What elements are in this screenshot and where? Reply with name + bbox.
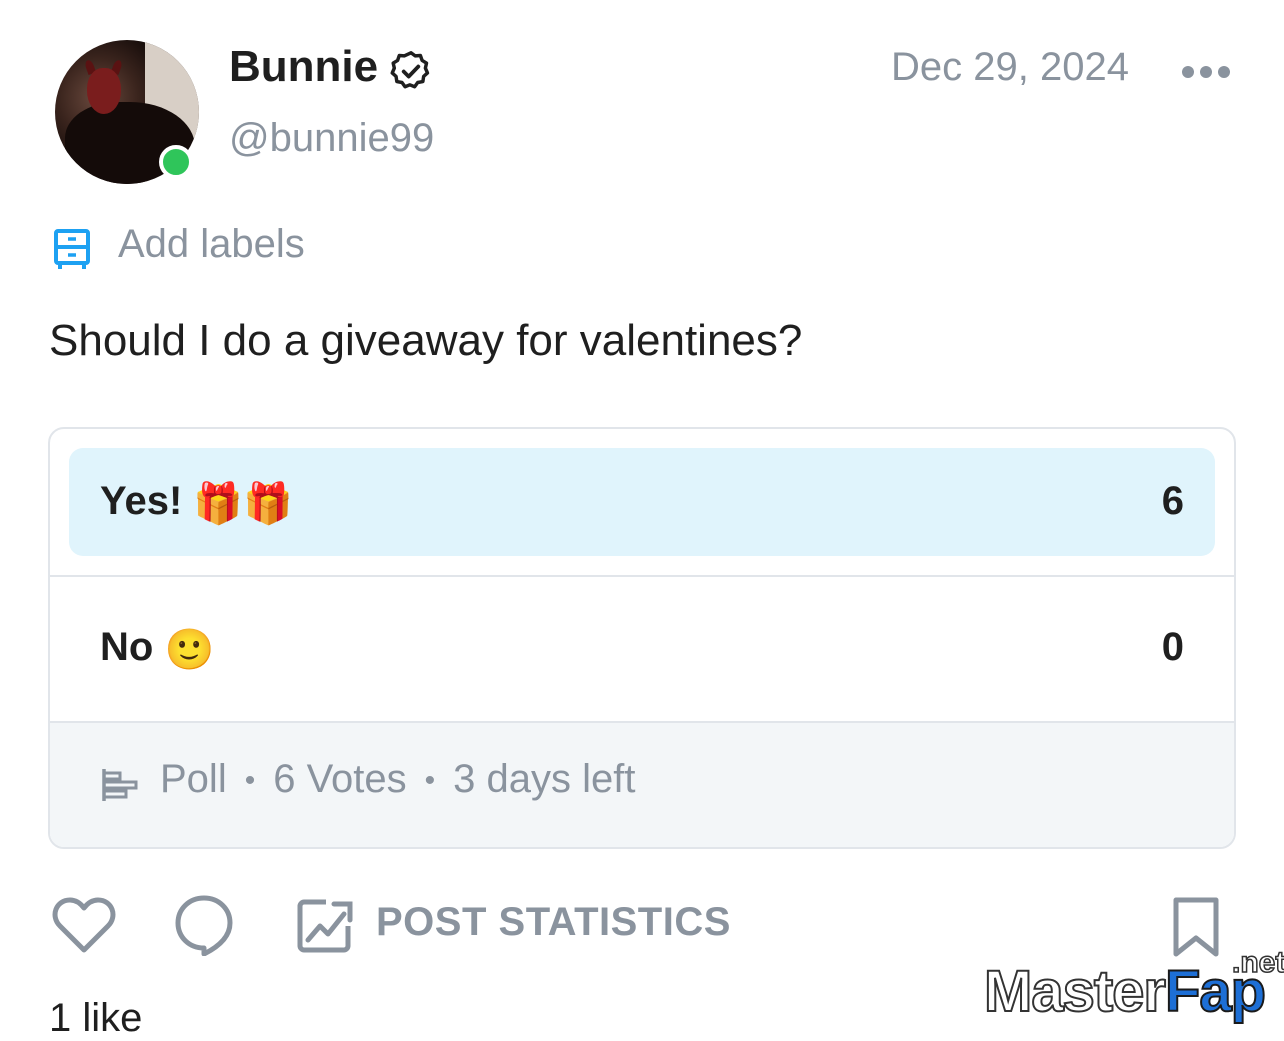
verified-badge-icon xyxy=(390,51,430,89)
post-text: Should I do a giveaway for valentines? xyxy=(49,316,803,365)
post-statistics-icon[interactable] xyxy=(296,896,354,954)
post-date: Dec 29, 2024 xyxy=(891,45,1129,89)
poll-option-count: 6 xyxy=(1161,479,1184,523)
comment-icon[interactable] xyxy=(174,894,234,956)
separator-dot: • xyxy=(424,764,436,798)
separator-dot: • xyxy=(244,764,256,798)
poll-option-no[interactable]: No 🙂 0 xyxy=(50,577,1234,721)
poll-option-yes[interactable]: Yes! 🎁🎁 6 xyxy=(50,429,1234,575)
display-name[interactable]: Bunnie xyxy=(229,42,378,92)
poll-footer: Poll • 6 Votes • 3 days left xyxy=(50,723,1234,847)
poll-option-count: 0 xyxy=(1161,625,1184,669)
online-status-indicator xyxy=(159,145,193,179)
watermark-logo: .net MasterFap xyxy=(983,945,1284,1026)
poll-card: Yes! 🎁🎁 6 No 🙂 0 Poll • 6 Votes • 3 days lef… xyxy=(48,427,1236,849)
poll-votes-count: 6 Votes xyxy=(273,757,407,801)
watermark-main: Master xyxy=(983,958,1167,1025)
watermark-accent: Fap xyxy=(1164,958,1267,1025)
gift-emoji-icon: 🎁🎁 xyxy=(193,481,294,526)
more-options-icon[interactable] xyxy=(1180,60,1232,84)
user-handle[interactable]: @bunnie99 xyxy=(229,116,434,161)
add-labels-link[interactable]: Add labels xyxy=(118,222,305,267)
likes-count[interactable]: 1 like xyxy=(49,996,142,1041)
poll-option-label: Yes! xyxy=(100,479,183,523)
smile-emoji-icon: 🙂 xyxy=(164,627,215,672)
heart-icon[interactable] xyxy=(52,894,116,956)
poll-type-label: Poll xyxy=(160,757,227,801)
labels-icon[interactable] xyxy=(53,228,91,270)
post-statistics-button[interactable]: POST STATISTICS xyxy=(376,900,731,945)
poll-time-left: 3 days left xyxy=(453,757,636,801)
poll-option-label: No xyxy=(100,625,154,669)
poll-icon xyxy=(102,769,138,801)
